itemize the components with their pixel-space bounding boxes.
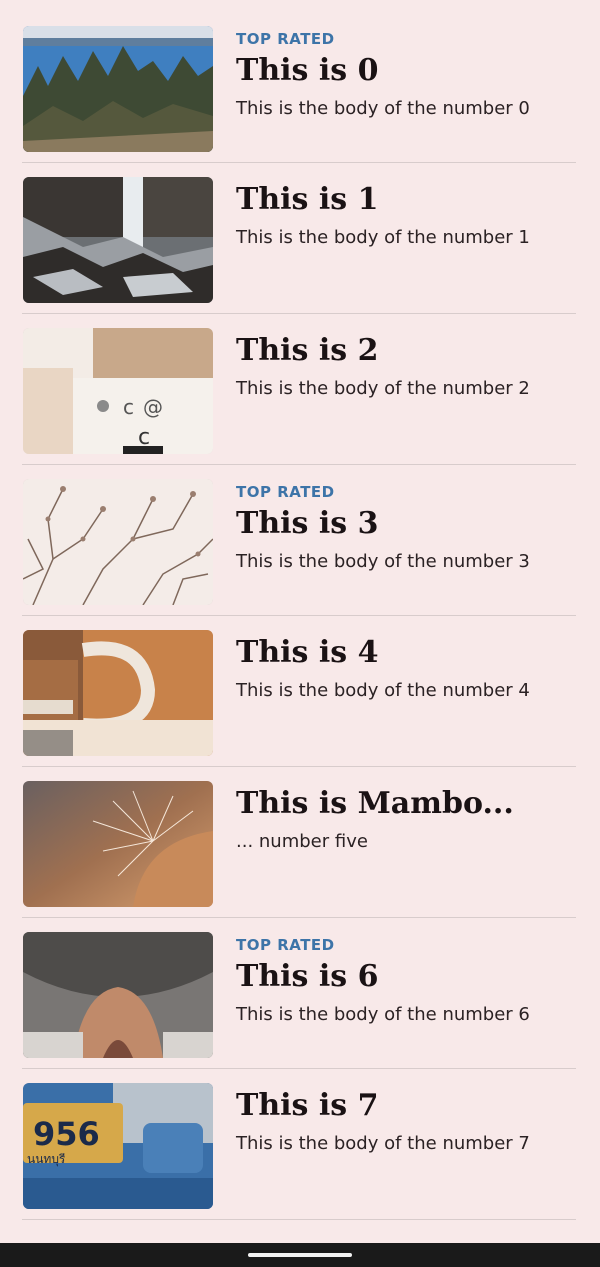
item-text: This is 2 This is the body of the number… bbox=[236, 328, 576, 402]
item-title: This is 0 bbox=[236, 53, 379, 88]
thumbnail-image bbox=[23, 479, 213, 605]
list-item[interactable]: TOP RATED This is 0 This is the body of … bbox=[22, 12, 576, 163]
item-body: This is the body of the number 7 bbox=[236, 1133, 530, 1154]
thumbnail-image: c @ c bbox=[23, 328, 213, 454]
item-title: This is 7 bbox=[236, 1088, 379, 1123]
svg-text:@: @ bbox=[143, 395, 163, 419]
item-title: This is 4 bbox=[236, 635, 379, 670]
thumbnail-image bbox=[23, 630, 213, 756]
thumbnail-image bbox=[23, 932, 213, 1058]
item-text: TOP RATED This is 6 This is the body of … bbox=[236, 932, 576, 1028]
thumbnail-image bbox=[23, 177, 213, 303]
item-title: This is 6 bbox=[236, 959, 379, 994]
item-text: This is 4 This is the body of the number… bbox=[236, 630, 576, 704]
item-text: TOP RATED This is 3 This is the body of … bbox=[236, 479, 576, 575]
list-item[interactable]: TOP RATED This is 6 This is the body of … bbox=[22, 918, 576, 1069]
thumbnail-image bbox=[23, 781, 213, 907]
item-body: This is the body of the number 2 bbox=[236, 378, 530, 399]
svg-text:956: 956 bbox=[33, 1115, 100, 1153]
list-item[interactable]: This is 4 This is the body of the number… bbox=[22, 616, 576, 767]
home-gesture-handle[interactable] bbox=[248, 1253, 352, 1257]
app-screen: TOP RATED This is 0 This is the body of … bbox=[0, 0, 600, 1267]
item-body: This is the body of the number 1 bbox=[236, 227, 530, 248]
list-item[interactable]: 956 นนทบุรี This is 7 This is the body o… bbox=[22, 1069, 576, 1220]
item-title: This is 2 bbox=[236, 333, 379, 368]
thumbnail-image: 956 นนทบุรี bbox=[23, 1083, 213, 1209]
item-text: This is Mambo... ... number five bbox=[236, 781, 576, 855]
item-text: This is 7 This is the body of the number… bbox=[236, 1083, 576, 1157]
top-rated-badge: TOP RATED bbox=[236, 483, 335, 501]
svg-text:c: c bbox=[123, 395, 134, 419]
list-item[interactable]: This is Mambo... ... number five bbox=[22, 767, 576, 918]
item-title: This is Mambo... bbox=[236, 786, 514, 821]
item-text: This is 1 This is the body of the number… bbox=[236, 177, 576, 251]
svg-text:นนทบุรี: นนทบุรี bbox=[27, 1152, 66, 1167]
item-text: TOP RATED This is 0 This is the body of … bbox=[236, 26, 576, 122]
item-title: This is 3 bbox=[236, 506, 379, 541]
item-body: This is the body of the number 0 bbox=[236, 98, 530, 119]
item-body: This is the body of the number 3 bbox=[236, 551, 530, 572]
top-rated-badge: TOP RATED bbox=[236, 30, 335, 48]
item-title: This is 1 bbox=[236, 182, 379, 217]
list-item[interactable]: c @ c This is 2 This is the body of the … bbox=[22, 314, 576, 465]
system-navigation-bar bbox=[0, 1243, 600, 1267]
item-body: This is the body of the number 6 bbox=[236, 1004, 530, 1025]
item-body: This is the body of the number 4 bbox=[236, 680, 530, 701]
thumbnail-image bbox=[23, 26, 213, 152]
list-item[interactable]: TOP RATED This is 3 This is the body of … bbox=[22, 465, 576, 616]
article-list[interactable]: TOP RATED This is 0 This is the body of … bbox=[0, 12, 600, 1220]
item-body: ... number five bbox=[236, 831, 368, 852]
top-rated-badge: TOP RATED bbox=[236, 936, 335, 954]
list-item[interactable]: This is 1 This is the body of the number… bbox=[22, 163, 576, 314]
